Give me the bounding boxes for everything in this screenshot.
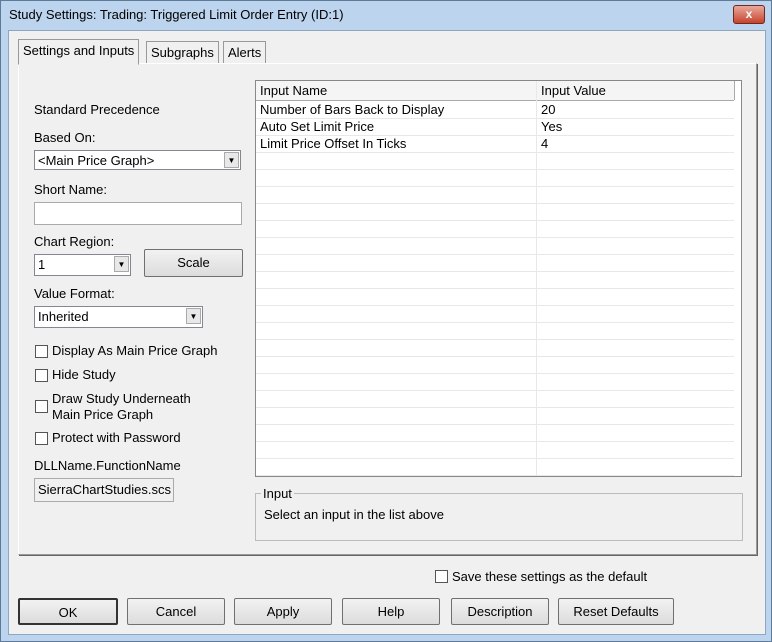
dll-label: DLLName.FunctionName <box>34 458 181 473</box>
header-input-value[interactable]: Input Value <box>541 83 606 98</box>
draw-underneath-label-2: Main Price Graph <box>52 407 154 422</box>
input-name: Number of Bars Back to Display <box>260 102 445 117</box>
input-description: Select an input in the list above <box>264 507 444 522</box>
empty-row <box>256 169 734 187</box>
tab-settings-and-inputs[interactable]: Settings and Inputs <box>18 39 140 65</box>
empty-row <box>256 390 734 408</box>
empty-row <box>256 407 734 425</box>
draw-underneath-label: Draw Study Underneath <box>52 391 191 406</box>
chart-region-label: Chart Region: <box>34 234 115 249</box>
save-default-checkbox[interactable] <box>435 570 448 583</box>
hide-study-checkbox[interactable] <box>35 369 48 382</box>
empty-row <box>256 203 734 221</box>
empty-row <box>256 271 734 289</box>
chart-region-value: 1 <box>38 257 46 272</box>
input-groupbox-label: Input <box>261 486 294 501</box>
empty-row <box>256 152 734 170</box>
chevron-down-icon: ▼ <box>114 256 129 272</box>
input-name: Limit Price Offset In Ticks <box>260 136 407 151</box>
close-button[interactable]: x <box>733 5 765 24</box>
chevron-down-icon: ▼ <box>186 308 201 324</box>
input-value: Yes <box>541 119 563 134</box>
apply-button[interactable]: Apply <box>234 598 332 625</box>
empty-row <box>256 373 734 391</box>
protect-password-checkbox[interactable] <box>35 432 48 445</box>
help-button[interactable]: Help <box>342 598 440 625</box>
empty-row <box>256 424 734 442</box>
cancel-button[interactable]: Cancel <box>127 598 225 625</box>
table-row[interactable]: Auto Set Limit Price Yes <box>256 118 734 136</box>
empty-row <box>256 322 734 340</box>
study-settings-window: Study Settings: Trading: Triggered Limit… <box>0 0 772 642</box>
window-title: Study Settings: Trading: Triggered Limit… <box>9 7 344 22</box>
hide-study-label: Hide Study <box>52 367 116 382</box>
inputs-table: Input Name Input Value Number of Bars Ba… <box>255 80 742 477</box>
input-value: 20 <box>541 102 556 117</box>
chevron-down-icon: ▼ <box>224 152 239 168</box>
empty-row <box>256 356 734 374</box>
table-row[interactable]: Limit Price Offset In Ticks 4 <box>256 135 734 153</box>
input-name: Auto Set Limit Price <box>260 119 375 134</box>
empty-row <box>256 220 734 238</box>
table-header: Input Name Input Value <box>256 81 734 101</box>
tab-alerts[interactable]: Alerts <box>223 41 267 64</box>
empty-row <box>256 458 734 476</box>
display-as-main-label: Display As Main Price Graph <box>52 343 218 358</box>
ok-button[interactable]: OK <box>18 598 118 625</box>
empty-row <box>256 237 734 255</box>
empty-row <box>256 339 734 357</box>
chart-region-select[interactable]: 1 ▼ <box>34 254 131 276</box>
reset-defaults-button[interactable]: Reset Defaults <box>558 598 674 625</box>
dll-field[interactable]: SierraChartStudies.scs <box>34 478 174 502</box>
short-name-label: Short Name: <box>34 182 107 197</box>
dialog-client: Settings and Inputs Subgraphs Alerts Sta… <box>8 30 766 635</box>
based-on-select[interactable]: <Main Price Graph> ▼ <box>34 150 241 170</box>
short-name-input[interactable] <box>34 202 242 225</box>
based-on-label: Based On: <box>34 130 96 145</box>
empty-row <box>256 186 734 204</box>
draw-underneath-checkbox[interactable] <box>35 400 48 413</box>
tab-subgraphs[interactable]: Subgraphs <box>146 41 219 64</box>
value-format-select[interactable]: Inherited ▼ <box>34 306 203 328</box>
empty-row <box>256 305 734 323</box>
precedence-label: Standard Precedence <box>34 102 160 117</box>
empty-row <box>256 441 734 459</box>
scale-button[interactable]: Scale <box>144 249 243 277</box>
value-format-label: Value Format: <box>34 286 115 301</box>
value-format-value: Inherited <box>38 309 89 324</box>
display-as-main-checkbox[interactable] <box>35 345 48 358</box>
empty-row <box>256 254 734 272</box>
description-button[interactable]: Description <box>451 598 549 625</box>
input-value: 4 <box>541 136 549 151</box>
empty-row <box>256 288 734 306</box>
based-on-value: <Main Price Graph> <box>38 153 155 168</box>
empty-row <box>256 475 734 476</box>
save-default-label: Save these settings as the default <box>452 569 648 584</box>
table-row[interactable]: Number of Bars Back to Display 20 <box>256 101 734 119</box>
protect-password-label: Protect with Password <box>52 430 181 445</box>
header-input-name[interactable]: Input Name <box>260 83 327 98</box>
